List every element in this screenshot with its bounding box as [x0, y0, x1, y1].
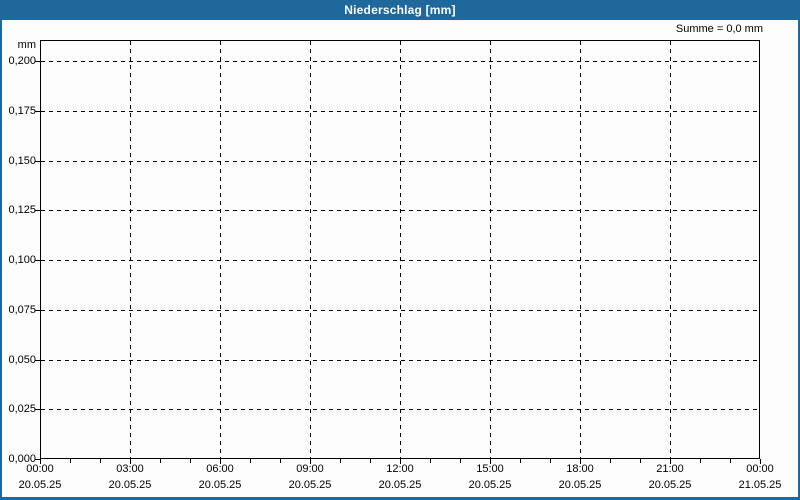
x-tick-time-label: 06:00 — [206, 463, 234, 475]
v-gridline — [130, 41, 131, 458]
v-gridline — [220, 41, 221, 458]
v-gridline — [580, 41, 581, 458]
x-tick-time-label: 00:00 — [26, 463, 54, 475]
y-tick-label: 0,175 — [8, 105, 36, 117]
x-tick-time-label: 18:00 — [566, 463, 594, 475]
y-tick-label: 0,050 — [8, 354, 36, 366]
sum-annotation: Summe = 0,0 mm — [675, 23, 763, 35]
chart-title: Niederschlag [mm] — [344, 3, 456, 17]
y-tick-label: 0,125 — [8, 204, 36, 216]
x-tick-date-label: 20.05.25 — [558, 479, 602, 491]
x-tick-date-label: 21.05.25 — [738, 479, 782, 491]
y-tick-label: 0,100 — [8, 254, 36, 266]
chart-window: Niederschlag [mm] Summe = 0,0 mm mm 0,00… — [0, 0, 800, 500]
x-tick-time-label: 21:00 — [656, 463, 684, 475]
v-gridline — [670, 41, 671, 458]
x-tick-date-label: 20.05.25 — [108, 479, 152, 491]
x-tick-date-label: 20.05.25 — [378, 479, 422, 491]
x-tick-time-label: 12:00 — [386, 463, 414, 475]
x-tick-time-label: 09:00 — [296, 463, 324, 475]
x-tick-date-label: 20.05.25 — [198, 479, 242, 491]
x-tick-time-label: 15:00 — [476, 463, 504, 475]
x-tick-date-label: 20.05.25 — [18, 479, 62, 491]
plot-area[interactable] — [40, 40, 760, 459]
x-tick-date-label: 20.05.25 — [648, 479, 692, 491]
x-tick-date-label: 20.05.25 — [288, 479, 332, 491]
x-tick-time-label: 03:00 — [116, 463, 144, 475]
y-axis-unit-label: mm — [17, 39, 36, 51]
v-gridline — [400, 41, 401, 458]
y-tick-label: 0,150 — [8, 155, 36, 167]
x-tick-date-label: 20.05.25 — [468, 479, 512, 491]
y-tick-label: 0,075 — [8, 304, 36, 316]
x-tick-time-label: 00:00 — [746, 463, 774, 475]
v-gridline — [490, 41, 491, 458]
y-tick-label: 0,200 — [8, 55, 36, 67]
window-titlebar[interactable]: Niederschlag [mm] — [2, 0, 798, 20]
v-gridline — [310, 41, 311, 458]
y-tick-label: 0,025 — [8, 403, 36, 415]
